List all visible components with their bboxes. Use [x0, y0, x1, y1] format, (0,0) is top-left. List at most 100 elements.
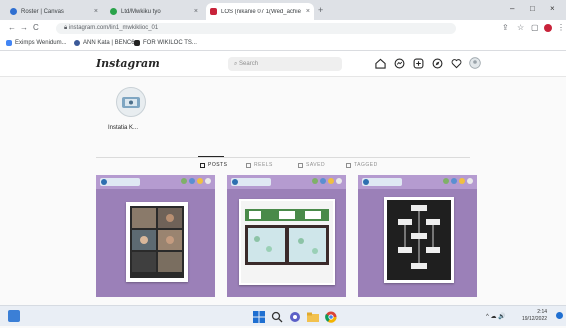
windows-taskbar: ^ ☁ 🔊 2:14 19/12/2022 [0, 305, 566, 326]
post-photo-board [239, 199, 335, 285]
dot-icon [443, 178, 449, 184]
bookmark-item[interactable]: ANN Kata | BENC6... [74, 40, 140, 46]
tab-reels[interactable]: REELS [246, 162, 273, 168]
chat-icon[interactable] [289, 310, 301, 322]
tab-close-icon[interactable]: × [194, 8, 198, 15]
url-text: instagram.com/lin1_mwkiklioc_01 [68, 25, 159, 31]
tab-label: Ltd/Mwkiku tyo [121, 8, 161, 15]
dot-icon [320, 178, 326, 184]
bookmark-icon [298, 162, 303, 168]
post-photo-flowchart [384, 197, 454, 283]
clock-time: 2:14 [537, 309, 548, 315]
tab-close-icon[interactable]: × [306, 8, 310, 15]
search-placeholder: Search [239, 61, 259, 67]
sidebar-icon[interactable]: ▢ [531, 23, 539, 32]
dot-icon [197, 178, 203, 184]
dot-icon [467, 178, 473, 184]
dot-icon [189, 178, 195, 184]
address-bar[interactable]: 🔒︎ instagram.com/lin1_mwkiklioc_01 [56, 23, 456, 34]
browser-tab-instagram[interactable]: LOS (nikanie 07 1(Wed_achieu) × [206, 3, 314, 20]
browser-toolbar: ← → C 🔒︎ instagram.com/lin1_mwkiklioc_01… [0, 20, 566, 37]
search-icon[interactable] [271, 310, 283, 323]
bookmark-favicon-icon [74, 40, 80, 46]
browser-tab-second[interactable]: Ltd/Mwkiku tyo × [106, 3, 202, 20]
instagram-header: Instagram ⌕ Search [0, 51, 566, 77]
home-icon[interactable] [374, 57, 386, 69]
chrome-icon[interactable] [325, 310, 337, 323]
back-button[interactable]: ← [8, 23, 16, 32]
forward-button[interactable]: → [20, 23, 28, 32]
profile-icon[interactable] [544, 24, 552, 32]
post-thumbnail[interactable] [358, 175, 477, 297]
tab-tagged[interactable]: TAGGED [346, 162, 378, 168]
bookmark-item[interactable]: FOR WIKILOC TS... [134, 40, 197, 46]
bookmark-favicon-icon [134, 40, 140, 46]
post-decor-dots [443, 178, 473, 184]
active-tab-indicator [198, 156, 224, 157]
activity-heart-icon[interactable] [450, 57, 462, 69]
tab-favicon-icon [110, 8, 117, 15]
tab-label: SAVED [306, 162, 326, 168]
browser-tab-canvas[interactable]: Roster | Canvas × [6, 3, 102, 20]
taskbar-clock[interactable]: 2:14 19/12/2022 [522, 309, 547, 323]
tab-label: Roster | Canvas [21, 8, 64, 15]
canvas-favicon-icon [10, 8, 17, 15]
clock-date: 19/12/2022 [522, 316, 548, 322]
dot-icon [459, 178, 465, 184]
bookmark-item[interactable]: Eximps Wenidum... [6, 40, 67, 46]
course-logo-icon [100, 178, 140, 186]
new-tab-button[interactable]: + [318, 5, 323, 15]
tab-posts[interactable]: POSTS [200, 162, 227, 168]
explore-icon[interactable] [431, 57, 443, 69]
start-button[interactable] [253, 310, 265, 323]
post-thumbnail[interactable] [96, 175, 215, 297]
bookmarks-bar: Eximps Wenidum... ANN Kata | BENC6... FO… [0, 37, 566, 51]
new-post-icon[interactable] [412, 57, 424, 69]
course-logo-icon [362, 178, 402, 186]
reels-icon [246, 162, 251, 168]
browser-tabstrip: Roster | Canvas × Ltd/Mwkiku tyo × LOS (… [0, 0, 566, 20]
reload-button[interactable]: C [33, 23, 39, 32]
file-explorer-icon[interactable] [307, 310, 319, 322]
post-decor-dots [181, 178, 211, 184]
profile-tabs-divider [96, 157, 470, 158]
tab-label: REELS [254, 162, 273, 168]
dot-icon [205, 178, 211, 184]
restore-button[interactable]: □ [530, 4, 535, 13]
post-decor-dots [312, 178, 342, 184]
instagram-favicon-icon [210, 8, 217, 15]
close-window-button[interactable]: × [550, 4, 555, 13]
profile-avatar[interactable] [116, 87, 146, 117]
dot-icon [336, 178, 342, 184]
widgets-icon[interactable] [8, 310, 20, 322]
dot-icon [181, 178, 187, 184]
profile-avatar-icon[interactable] [469, 57, 481, 69]
tab-label: TAGGED [354, 162, 378, 168]
tab-close-icon[interactable]: × [94, 8, 98, 15]
grid-icon [200, 162, 205, 168]
dot-icon [328, 178, 334, 184]
bookmark-label: Eximps Wenidum... [15, 40, 67, 46]
bookmark-star-icon[interactable]: ☆ [517, 23, 524, 32]
menu-icon[interactable]: ⋮ [557, 23, 565, 32]
minimize-button[interactable]: – [510, 4, 514, 13]
course-logo-icon [231, 178, 271, 186]
dot-icon [312, 178, 318, 184]
tag-icon [346, 162, 351, 168]
system-tray-icons[interactable]: ^ ☁ 🔊 [486, 313, 506, 320]
apps-icon [6, 40, 12, 46]
instagram-logo[interactable]: Instagram [96, 57, 160, 70]
bookmark-label: ANN Kata | BENC6... [83, 40, 140, 46]
tab-label: POSTS [208, 162, 228, 168]
dot-icon [451, 178, 457, 184]
post-thumbnail[interactable] [227, 175, 346, 297]
notification-icon[interactable] [556, 312, 563, 319]
share-icon[interactable]: ⇪ [502, 23, 509, 32]
post-photo-video-call [126, 202, 188, 282]
search-input[interactable]: ⌕ Search [228, 57, 342, 71]
tab-saved[interactable]: SAVED [298, 162, 325, 168]
profile-name: Instatia K... [108, 125, 139, 131]
profile-picture-icon [122, 97, 140, 108]
messenger-icon[interactable] [393, 57, 405, 69]
bookmark-label: FOR WIKILOC TS... [143, 40, 197, 46]
